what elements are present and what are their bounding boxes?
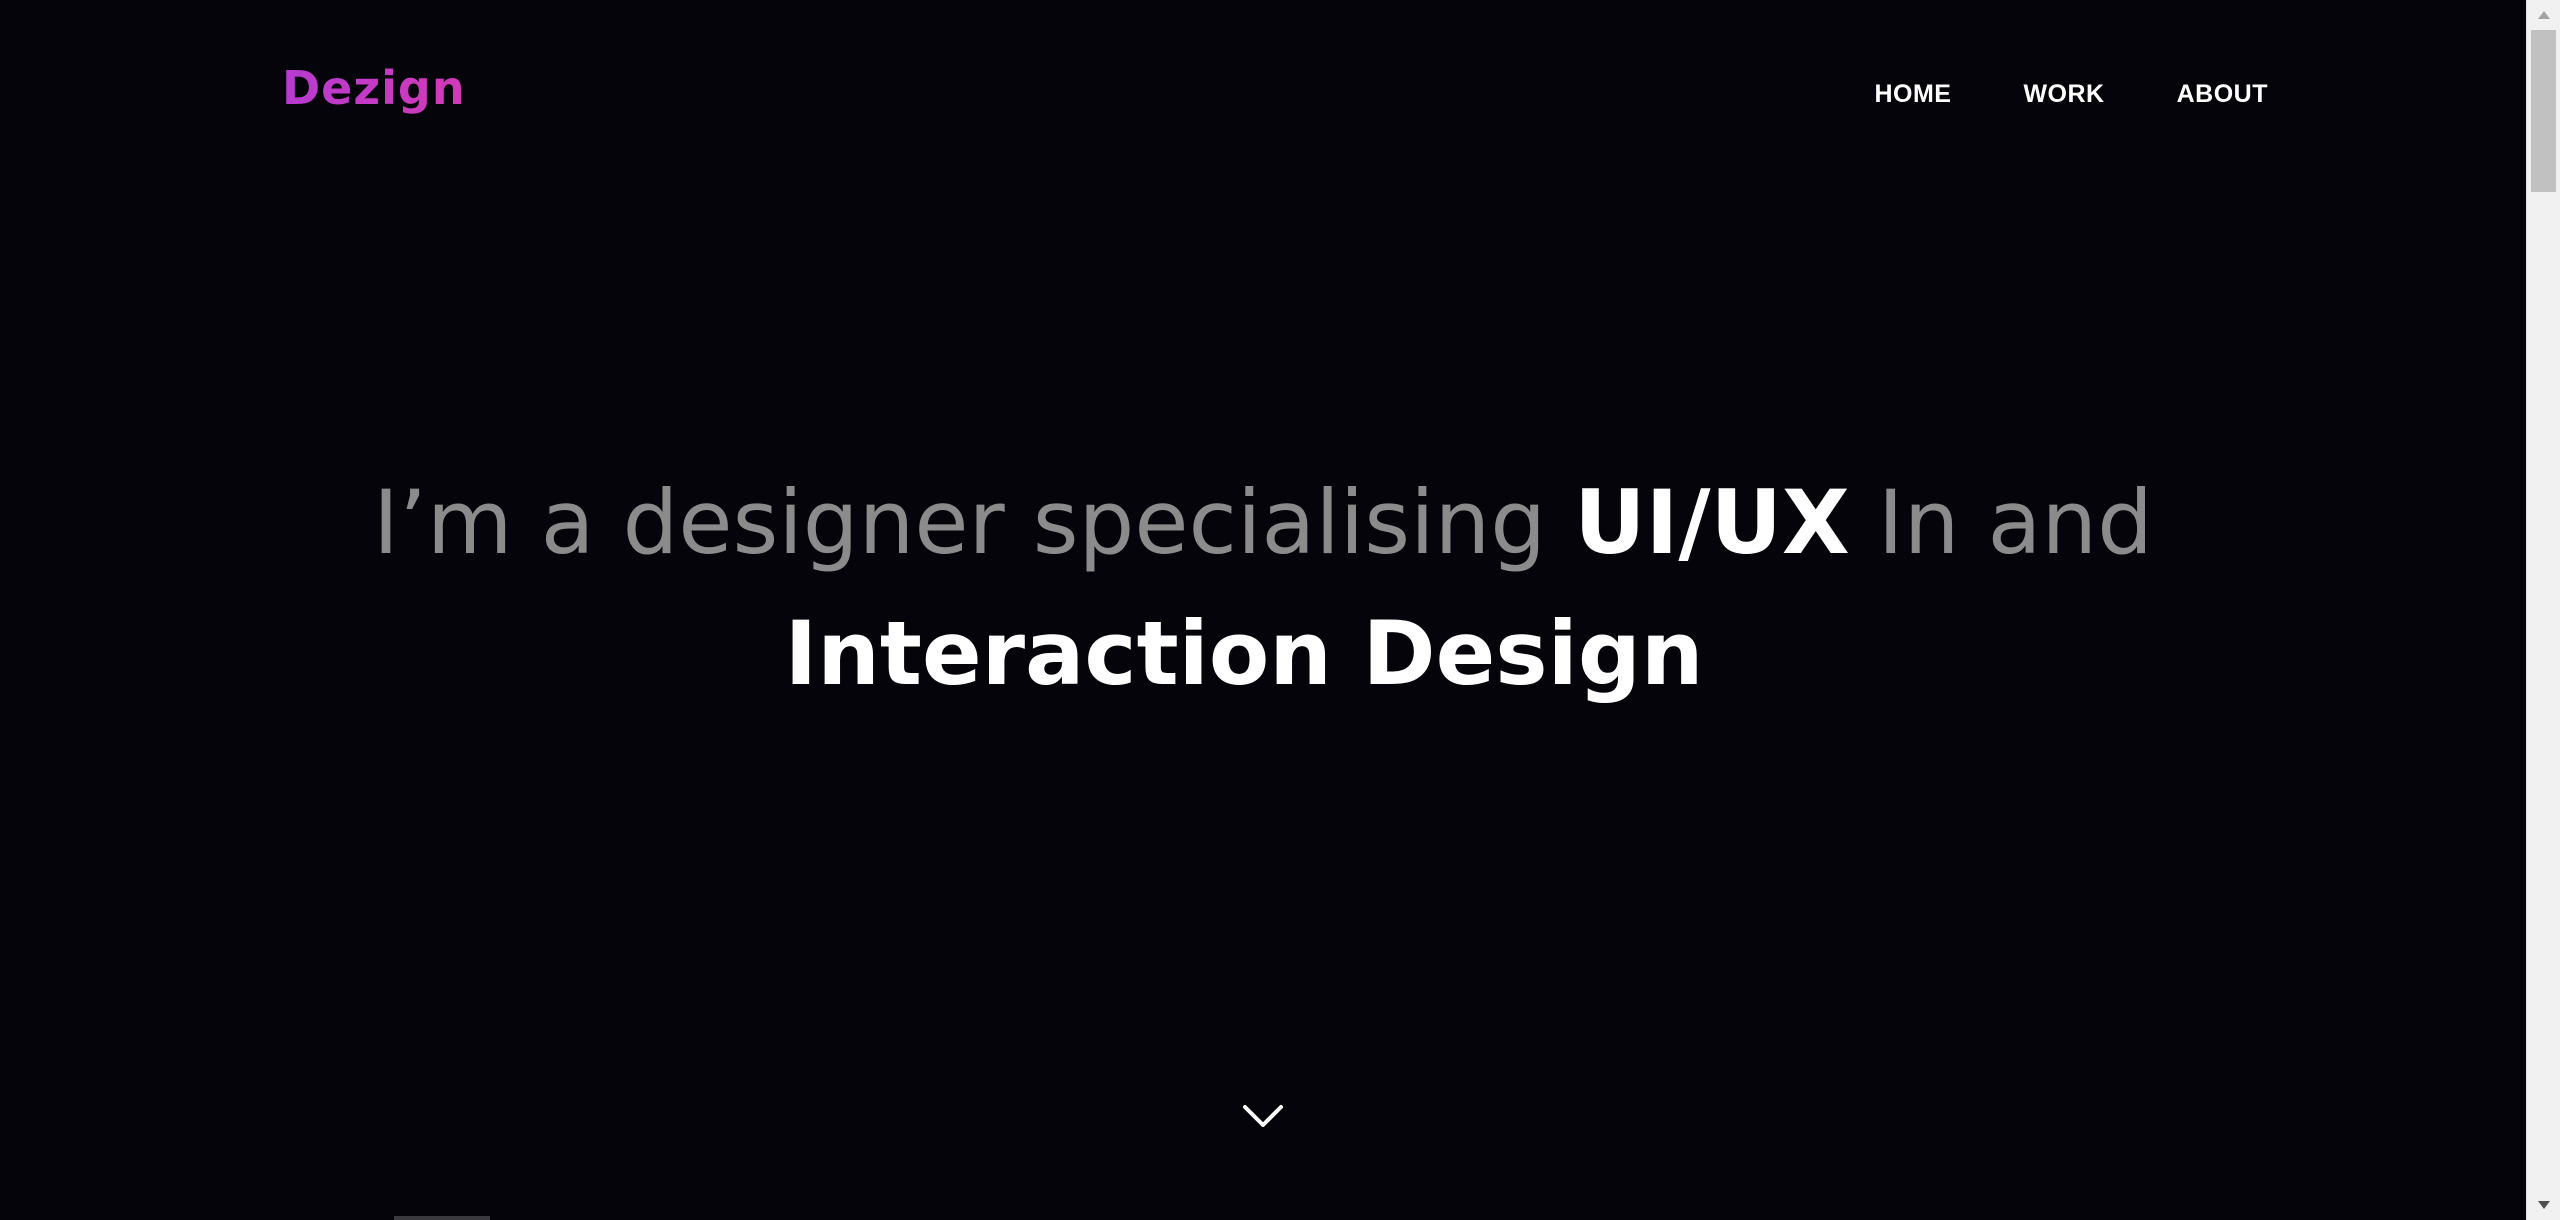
main-nav: HOME WORK ABOUT [1874, 74, 2268, 114]
page: Dezign HOME WORK ABOUT I’m a designer sp… [0, 0, 2560, 1220]
hero: I’m a designer specialising UI/UX In and… [0, 462, 2526, 724]
chevron-down-icon [1243, 1105, 1283, 1127]
triangle-down-icon [2537, 1201, 2550, 1209]
nav-about[interactable]: ABOUT [2177, 74, 2268, 114]
hero-headline-line1: I’m a designer specialising UI/UX In and [0, 462, 2526, 584]
viewport: Dezign HOME WORK ABOUT I’m a designer sp… [0, 0, 2526, 1220]
scroll-down-arrow[interactable] [2527, 1190, 2560, 1220]
nav-work[interactable]: WORK [2023, 74, 2104, 114]
hero-text-highlight: UI/UX [1574, 471, 1850, 574]
horizontal-scroll-indicator [394, 1216, 490, 1220]
triangle-up-icon [2537, 11, 2550, 19]
hero-headline-line2: Interaction Design [784, 602, 1704, 705]
logo[interactable]: Dezign [282, 58, 466, 118]
scroll-up-arrow[interactable] [2527, 0, 2560, 30]
vertical-scrollbar[interactable] [2526, 0, 2560, 1220]
hero-text-intro: I’m a designer specialising [372, 471, 1575, 574]
scroll-down-button[interactable] [1243, 1100, 1283, 1130]
scroll-thumb[interactable] [2531, 30, 2556, 192]
nav-home[interactable]: HOME [1874, 74, 1951, 114]
hero-text-suffix: In and [1849, 471, 2154, 574]
